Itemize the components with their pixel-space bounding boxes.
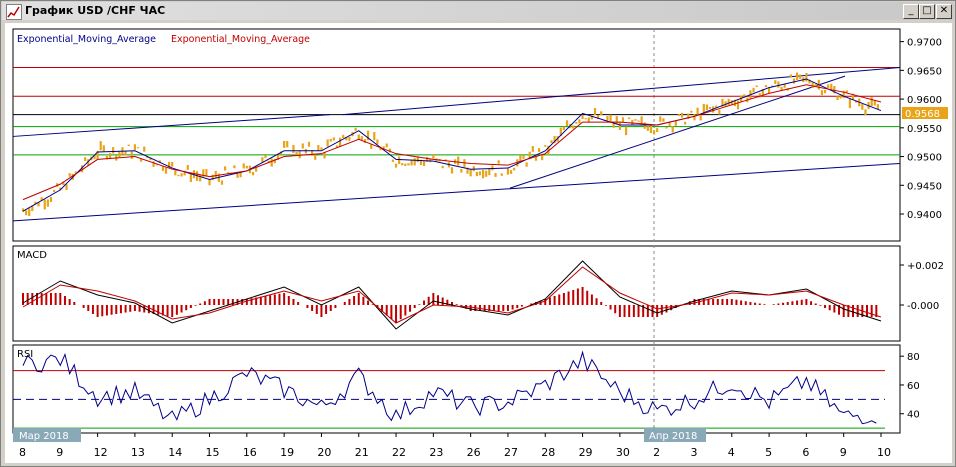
price-ytick-label: 0.9400: [907, 210, 942, 221]
macd-panel-frame: [12, 245, 901, 342]
x-tick-label: 30: [616, 446, 630, 459]
close-button[interactable]: ✕: [936, 4, 952, 19]
x-tick-label: 6: [802, 446, 809, 459]
legend-ema-red: Exponential_Moving_Average: [171, 34, 310, 45]
rsi-label: RSI: [17, 349, 33, 360]
chart-window: График USD /CHF ЧАС _ □ ✕ 0.9700 0.9650 0.…: [0, 0, 956, 467]
chart-canvas[interactable]: 0.9700 0.9650 0.9600 0.9550 0.9500 0.9450 0.94…: [5, 23, 952, 463]
x-tick-label: 29: [579, 446, 593, 459]
x-tick-label: 28: [541, 446, 555, 459]
x-tick-label: 2: [653, 446, 660, 459]
month-label-apr: Апр 2018: [649, 431, 697, 442]
rsi-ytick-label: 60: [907, 381, 920, 392]
x-tick-label: 21: [355, 446, 369, 459]
x-tick-label: 8: [19, 446, 26, 459]
rsi-ytick-label: 80: [907, 352, 920, 363]
minimize-button[interactable]: _: [903, 4, 919, 19]
x-tick-label: 12: [94, 446, 108, 459]
month-label-mar: Мар 2018: [19, 431, 69, 442]
price-ytick-label: 0.9450: [907, 181, 942, 192]
x-tick-label: 19: [280, 446, 294, 459]
price-ytick-label: 0.9700: [907, 38, 942, 49]
x-tick-label: 15: [206, 446, 220, 459]
maximize-button[interactable]: □: [919, 4, 935, 19]
x-tick-label: 27: [504, 446, 518, 459]
macd-ytick-label: -0.000: [907, 301, 939, 312]
x-tick-label: 14: [168, 446, 182, 459]
current-price-label: 0.9568: [905, 109, 940, 120]
macd-signal-line: [22, 266, 882, 324]
macd-ytick-label: +0.002: [907, 261, 944, 272]
x-tick-label: 22: [392, 446, 406, 459]
x-tick-label: 9: [840, 446, 847, 459]
ema-slow-line: [22, 84, 882, 201]
x-tick-label: 5: [765, 446, 772, 459]
title-bar[interactable]: График USD /CHF ЧАС _ □ ✕: [2, 2, 954, 20]
price-panel-frame: [12, 28, 901, 242]
price-ytick-label: 0.9550: [907, 124, 942, 135]
x-tick-label: 23: [429, 446, 443, 459]
x-tick-label: 4: [728, 446, 735, 459]
x-tick-label: 9: [56, 446, 63, 459]
rsi-ytick-label: 40: [907, 410, 920, 421]
macd-line: [22, 260, 882, 330]
rsi-panel-frame: [12, 344, 901, 434]
channel-upper-trendline: [342, 66, 901, 116]
x-tick-label: 3: [690, 446, 697, 459]
chart-area[interactable]: 0.9700 0.9650 0.9600 0.9550 0.9500 0.9450 0.94…: [5, 23, 952, 463]
price-ytick-label: 0.9600: [907, 95, 942, 106]
price-ytick-label: 0.9500: [907, 153, 942, 164]
chart-app-icon: [6, 4, 22, 20]
channel-upper-trendline: [12, 114, 331, 137]
x-tick-label: 16: [243, 446, 257, 459]
x-tick-label: 20: [317, 446, 331, 459]
channel-lower-trendline: [12, 162, 901, 222]
rsi-line: [22, 350, 877, 425]
x-tick-label: 10: [877, 446, 891, 459]
price-ytick-label: 0.9650: [907, 66, 942, 77]
x-tick-label: 26: [467, 446, 481, 459]
macd-label: MACD: [17, 250, 47, 261]
window-title: График USD /CHF ЧАС: [25, 4, 166, 17]
x-tick-label: 13: [131, 446, 145, 459]
legend-ema-blue: Exponential_Moving_Average: [17, 34, 156, 45]
